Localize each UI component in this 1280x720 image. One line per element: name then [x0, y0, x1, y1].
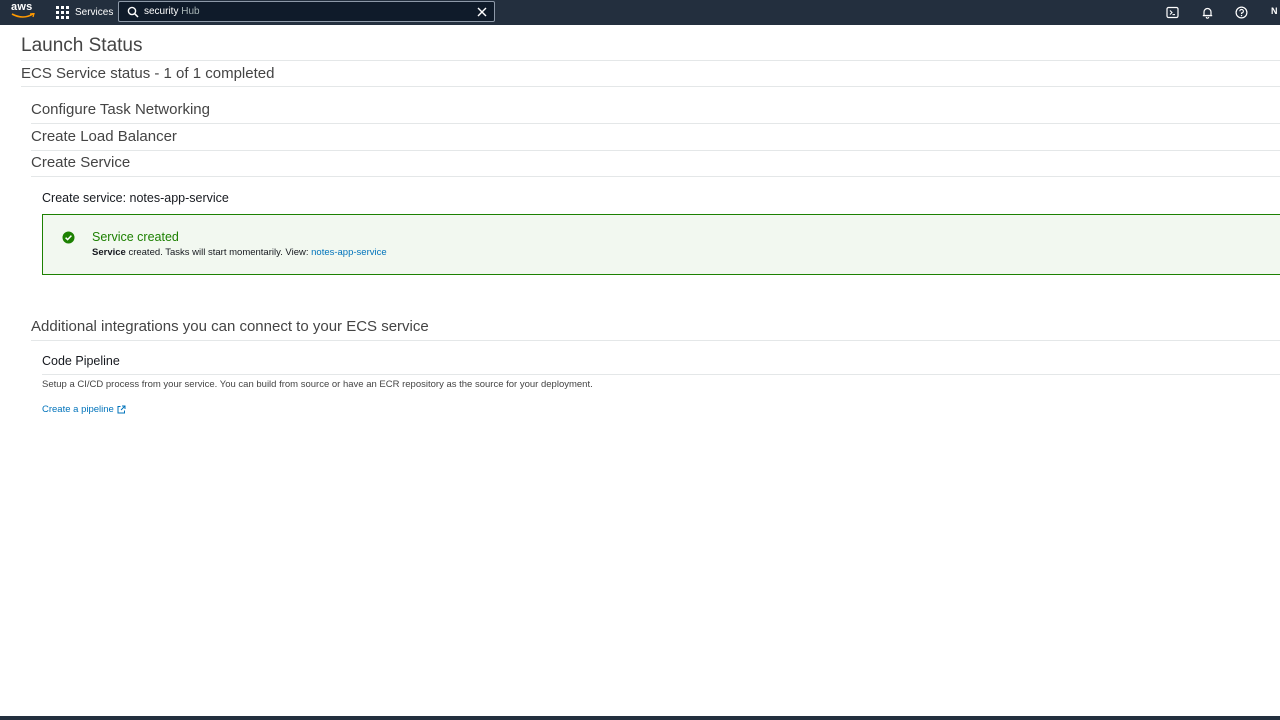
create-pipeline-link[interactable]: Create a pipeline — [42, 404, 126, 415]
divider — [31, 340, 1280, 341]
search-query-typed: security — [144, 6, 179, 17]
services-label: Services — [75, 7, 114, 18]
external-link-icon — [117, 405, 126, 414]
alert-body-text: created. Tasks will start momentarily. V… — [125, 247, 312, 258]
additional-integrations-heading: Additional integrations you can connect … — [31, 318, 429, 335]
aws-logo-text: aws — [11, 1, 33, 13]
search-icon — [127, 6, 139, 18]
divider — [42, 374, 1280, 375]
divider — [31, 176, 1280, 177]
grid-icon — [56, 6, 69, 19]
step-create-service: Create Service — [31, 154, 131, 171]
create-pipeline-label: Create a pipeline — [42, 404, 114, 415]
search-query: security Hub — [144, 6, 200, 17]
top-navigation-bar: aws Services security Hub N — [0, 0, 1280, 25]
help-button[interactable] — [1234, 4, 1249, 20]
help-icon — [1235, 5, 1248, 19]
check-circle-icon — [62, 231, 75, 244]
notifications-button[interactable] — [1200, 4, 1215, 20]
close-icon[interactable] — [475, 5, 489, 19]
page-title: Launch Status — [21, 35, 143, 56]
code-pipeline-description: Setup a CI/CD process from your service.… — [42, 379, 593, 390]
services-menu-button[interactable]: Services — [56, 0, 113, 25]
divider — [31, 123, 1280, 124]
service-status-heading: ECS Service status - 1 of 1 completed — [21, 65, 275, 82]
service-link[interactable]: notes-app-service — [311, 247, 387, 258]
aws-smile-icon — [11, 13, 35, 18]
cloudshell-icon — [1166, 6, 1179, 18]
success-alert: Service created Service created. Tasks w… — [42, 214, 1280, 275]
divider — [21, 86, 1280, 87]
create-service-label: Create service: notes-app-service — [42, 191, 229, 205]
main-content: Launch Status ECS Service status - 1 of … — [21, 26, 1280, 716]
step-create-load-balancer: Create Load Balancer — [31, 128, 177, 145]
bottom-edge-bar — [0, 716, 1280, 720]
cloudshell-button[interactable] — [1165, 4, 1180, 20]
search-input[interactable]: security Hub — [118, 1, 495, 22]
alert-title: Service created — [92, 230, 179, 244]
step-configure-task-networking: Configure Task Networking — [31, 101, 210, 118]
search-query-suggestion: Hub — [178, 6, 200, 17]
bell-icon — [1202, 7, 1213, 19]
aws-logo[interactable]: aws — [11, 2, 37, 22]
alert-body-bold: Service — [92, 247, 126, 258]
alert-body: Service created. Tasks will start moment… — [92, 247, 387, 258]
divider — [31, 150, 1280, 151]
divider — [21, 60, 1280, 61]
account-menu[interactable]: N — [1271, 6, 1278, 16]
code-pipeline-title: Code Pipeline — [42, 354, 120, 368]
